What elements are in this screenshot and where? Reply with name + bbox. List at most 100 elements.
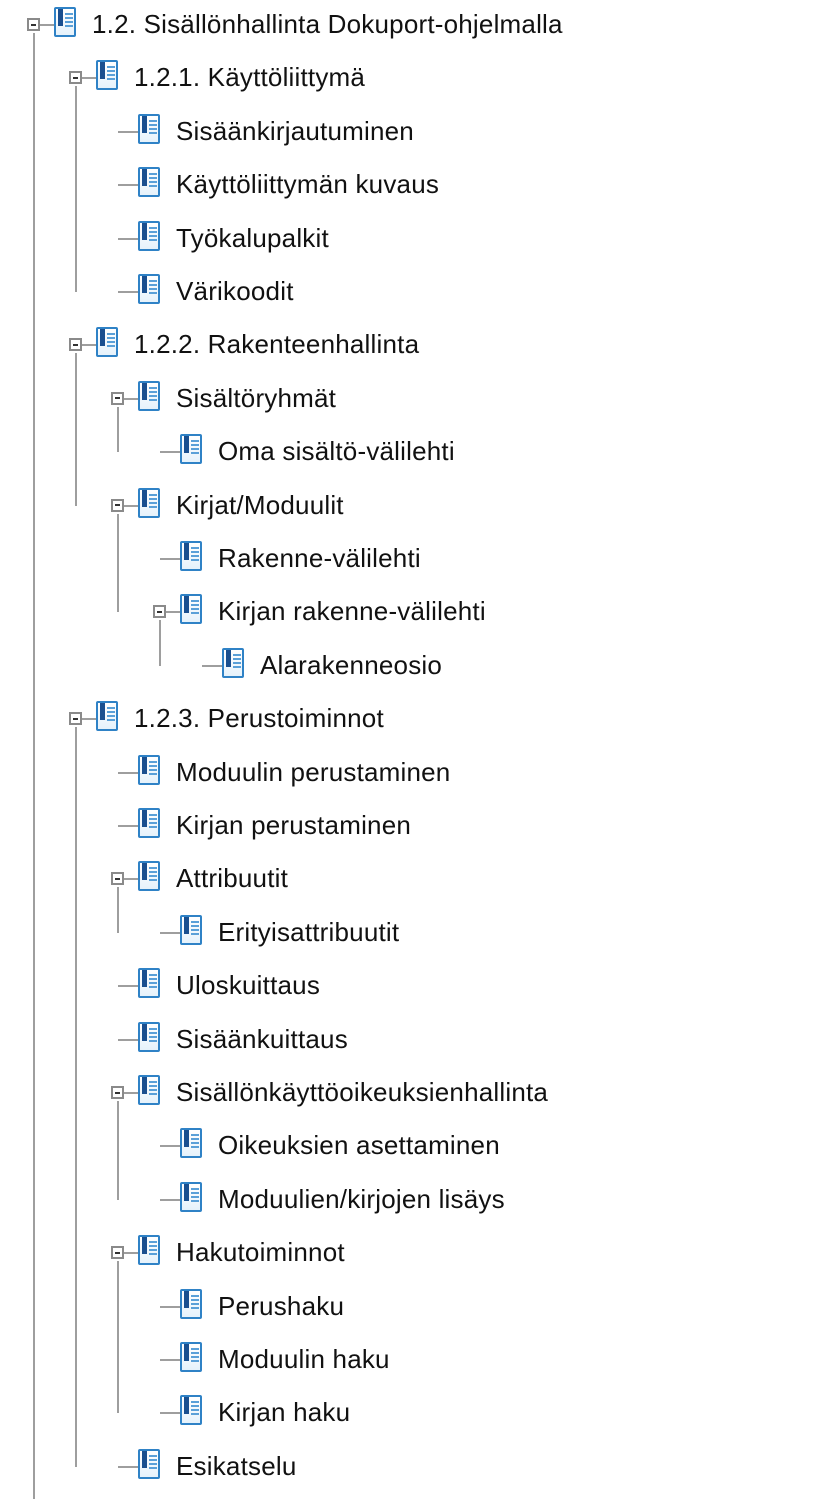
tree-node[interactable]: Moduulien/kirjojen lisäys (0, 1180, 821, 1220)
tree-node[interactable]: Työkalupalkit (0, 219, 821, 259)
document-icon (138, 113, 160, 144)
tree-node-label[interactable]: 1.2. Sisällönhallinta Dokuport-ohjelmall… (92, 8, 563, 40)
document-icon (138, 274, 160, 304)
toggle-connector-line (124, 878, 138, 881)
tree-node[interactable]: 1.2.2. Rakenteenhallinta (0, 325, 821, 365)
document-icon (180, 541, 202, 571)
tree-node-label[interactable]: Esikatselu (176, 1450, 297, 1482)
tree-node-label[interactable]: 1.2.3. Perustoiminnot (134, 702, 384, 734)
tree-node-label[interactable]: Värikoodit (176, 275, 294, 307)
document-icon (180, 434, 202, 465)
document-icon (180, 1395, 202, 1426)
tree-node-label[interactable]: Attribuutit (176, 862, 288, 894)
tree-node-label[interactable]: Alarakenneosio (260, 649, 442, 681)
tree-node-label[interactable]: Työkalupalkit (176, 222, 329, 254)
tree-node[interactable]: Sisältöryhmät (0, 379, 821, 419)
tree-node[interactable]: Esikatselu (0, 1447, 821, 1487)
tree-node[interactable]: Rakenne-välilehti (0, 539, 821, 579)
document-icon (180, 1342, 202, 1372)
document-icon (180, 1128, 202, 1159)
tree-node[interactable]: Kirjat/Moduulit (0, 486, 821, 526)
tree-node[interactable]: Oikeuksien asettaminen (0, 1126, 821, 1166)
document-icon (138, 1448, 160, 1479)
tree-node-label[interactable]: Sisältöryhmät (176, 382, 336, 414)
leaf-connector-line (118, 130, 138, 133)
tree-node-label[interactable]: Kirjan perustaminen (176, 809, 411, 841)
leaf-connector-line (118, 184, 138, 187)
tree-node[interactable]: 1.2. Sisällönhallinta Dokuport-ohjelmall… (0, 5, 821, 45)
tree-node[interactable]: Värikoodit (0, 272, 821, 312)
collapse-toggle-icon[interactable] (69, 712, 82, 726)
tree-node-label[interactable]: Sisäänkuittaus (176, 1023, 348, 1055)
tree-node[interactable]: Käyttöliittymän kuvaus (0, 165, 821, 205)
tree-node-label[interactable]: Kirjat/Moduulit (176, 489, 344, 521)
document-icon (138, 220, 160, 251)
leaf-connector-line (118, 1465, 138, 1468)
tree-node[interactable]: Kirjan haku (0, 1393, 821, 1433)
document-icon (180, 914, 202, 945)
tree-node-label[interactable]: 1.2.1. Käyttöliittymä (134, 61, 365, 93)
tree-node[interactable]: 1.2.1. Käyttöliittymä (0, 58, 821, 98)
tree-node[interactable]: Sisäänkirjautuminen (0, 112, 821, 152)
document-icon (138, 487, 160, 518)
document-icon (222, 647, 244, 678)
tree-node-label[interactable]: Kirjan haku (218, 1396, 350, 1428)
collapse-toggle-icon[interactable] (27, 18, 40, 31)
document-icon (138, 1075, 160, 1105)
tree-node[interactable]: 1.2.3. Perustoiminnot (0, 699, 821, 739)
collapse-toggle-icon[interactable] (111, 1246, 124, 1260)
tree-node-label[interactable]: Uloskuittaus (176, 969, 320, 1001)
document-icon (138, 167, 160, 198)
document-icon (96, 701, 118, 732)
document-icon (138, 1235, 160, 1266)
tree-node-label[interactable]: Moduulin perustaminen (176, 756, 450, 788)
tree-node-label[interactable]: Moduulin haku (218, 1343, 390, 1375)
tree-node-label[interactable]: Hakutoiminnot (176, 1236, 345, 1268)
tree-node[interactable]: Uloskuittaus (0, 966, 821, 1006)
tree-node[interactable]: Moduulin haku (0, 1340, 821, 1380)
tree-node[interactable]: Kirjan perustaminen (0, 806, 821, 846)
tree-node-label[interactable]: Oma sisältö-välilehti (218, 435, 455, 467)
tree-node[interactable]: Perushaku (0, 1287, 821, 1327)
tree-node-label[interactable]: Erityisattribuutit (218, 916, 399, 948)
tree-node[interactable]: Hakutoiminnot (0, 1233, 821, 1273)
collapse-toggle-icon[interactable] (111, 498, 124, 512)
tree-node[interactable]: Kirjan rakenne-välilehti (0, 592, 821, 632)
tree-node-label[interactable]: Sisäänkirjautuminen (176, 115, 414, 147)
collapse-toggle-icon[interactable] (111, 391, 124, 405)
tree-node[interactable]: Erityisattribuutit (0, 913, 821, 953)
tree-node[interactable]: Attribuutit (0, 859, 821, 899)
leaf-connector-line (160, 558, 180, 560)
document-icon (138, 754, 160, 785)
tree-node-label[interactable]: Käyttöliittymän kuvaus (176, 168, 439, 200)
tree-node-label[interactable]: Sisällönkäyttöoikeuksienhallinta (176, 1076, 548, 1108)
toggle-connector-line (124, 1092, 138, 1094)
collapse-toggle-icon[interactable] (69, 71, 82, 85)
leaf-connector-line (118, 291, 138, 293)
collapse-toggle-icon[interactable] (111, 1086, 124, 1099)
leaf-connector-line (160, 1198, 180, 1201)
collapse-toggle-icon[interactable] (153, 605, 166, 619)
document-icon (138, 380, 160, 411)
tree-node[interactable]: Oma sisältö-välilehti (0, 432, 821, 472)
leaf-connector-line (160, 931, 180, 934)
tree-node-label[interactable]: Moduulien/kirjojen lisäys (218, 1183, 505, 1215)
toggle-connector-line (40, 24, 54, 26)
branch-line (117, 1261, 119, 1414)
tree-node-label[interactable]: Kirjan rakenne-välilehti (218, 595, 486, 627)
tree-node-label[interactable]: 1.2.2. Rakenteenhallinta (134, 328, 419, 360)
leaf-connector-line (118, 237, 138, 240)
leaf-connector-line (118, 771, 138, 774)
tree-node[interactable]: Moduulin perustaminen (0, 753, 821, 793)
document-icon (180, 1181, 202, 1212)
leaf-connector-line (160, 451, 180, 454)
tree-node-label[interactable]: Oikeuksien asettaminen (218, 1129, 500, 1161)
collapse-toggle-icon[interactable] (69, 338, 82, 352)
tree-node[interactable]: Sisällönkäyttöoikeuksienhallinta (0, 1073, 821, 1113)
collapse-toggle-icon[interactable] (111, 872, 124, 886)
tree-node[interactable]: Alarakenneosio (0, 646, 821, 686)
tree-node-label[interactable]: Perushaku (218, 1290, 344, 1322)
leaf-connector-line (160, 1359, 180, 1361)
tree-node-label[interactable]: Rakenne-välilehti (218, 542, 421, 574)
tree-node[interactable]: Sisäänkuittaus (0, 1020, 821, 1060)
